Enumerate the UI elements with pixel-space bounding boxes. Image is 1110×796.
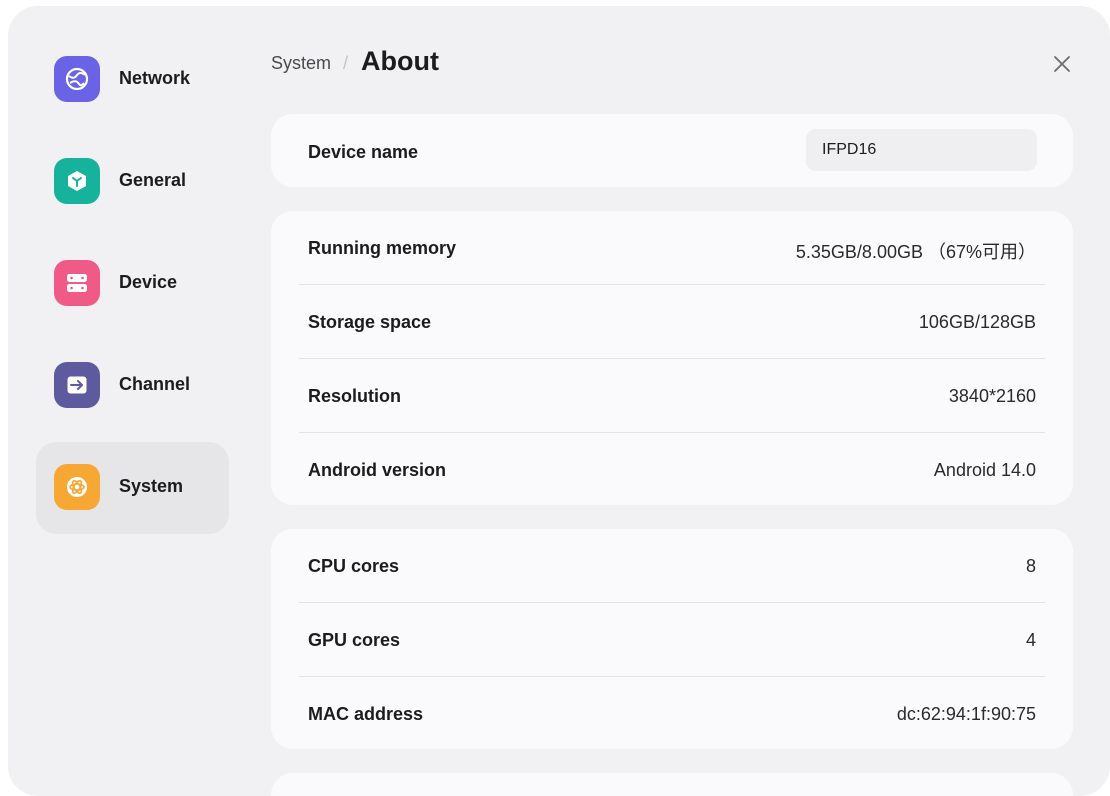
row-value: dc:62:94:1f:90:75 <box>896 704 1036 724</box>
sidebar-item-label: Device <box>119 272 178 292</box>
sidebar-item-label: General <box>119 170 187 190</box>
list-item: MAC address dc:62:94:1f:90:75 <box>271 677 1073 751</box>
network-globe-icon <box>54 56 100 102</box>
row-label: Android version <box>308 460 447 480</box>
general-cube-icon <box>54 158 100 204</box>
channel-input-icon <box>54 362 100 408</box>
list-item: Storage space 106GB/128GB <box>271 285 1073 359</box>
device-server-icon <box>54 260 100 306</box>
row-value: 4 <box>1025 630 1036 650</box>
list-item: CPU cores 8 <box>271 529 1073 603</box>
close-button[interactable] <box>1048 50 1076 78</box>
sidebar-item-general[interactable]: General <box>36 136 229 228</box>
list-item: GPU cores 4 <box>271 603 1073 677</box>
settings-window: Network General Device Channel System Sy… <box>8 6 1110 796</box>
sidebar-item-network[interactable]: Network <box>36 34 229 126</box>
sidebar-item-label: Network <box>119 68 191 88</box>
row-value: 8 <box>1025 556 1036 576</box>
row-label: GPU cores <box>308 630 401 650</box>
sidebar-item-system[interactable]: System <box>36 442 229 534</box>
row-label: Storage space <box>308 312 432 332</box>
row-label: MAC address <box>308 704 424 724</box>
sidebar-item-channel[interactable]: Channel <box>36 340 229 432</box>
list-item: Running memory 5.35GB/8.00GB （67%可用） <box>271 211 1073 285</box>
device-name-card: Device name <box>271 114 1073 187</box>
row-value: 106GB/128GB <box>918 312 1036 332</box>
list-item: Resolution 3840*2160 <box>271 359 1073 433</box>
sidebar: Network General Device Channel System <box>8 6 248 796</box>
row-label: Resolution <box>308 386 401 406</box>
sidebar-item-label: Channel <box>119 374 191 394</box>
list-item: Android version Android 14.0 <box>271 433 1073 507</box>
breadcrumb-parent[interactable]: System <box>271 53 331 74</box>
row-value: 5.35GB/8.00GB （67%可用） <box>795 242 1036 262</box>
info-card-memory: Running memory 5.35GB/8.00GB （67%可用） Sto… <box>271 211 1073 505</box>
system-atom-icon <box>54 464 100 510</box>
sidebar-item-label: System <box>119 476 184 496</box>
info-card-hardware: CPU cores 8 GPU cores 4 MAC address dc:6… <box>271 529 1073 749</box>
device-name-field[interactable] <box>806 129 1037 171</box>
row-value: 3840*2160 <box>948 386 1036 406</box>
row-value: Android 14.0 <box>933 460 1036 480</box>
page-title: About <box>361 46 439 76</box>
row-label: Running memory <box>308 238 457 258</box>
row-label: CPU cores <box>308 556 400 576</box>
sidebar-item-device[interactable]: Device <box>36 238 229 330</box>
device-name-label: Device name <box>308 142 419 162</box>
info-card-next <box>271 773 1073 796</box>
breadcrumb-separator: / <box>343 53 349 73</box>
close-icon <box>1054 56 1070 72</box>
